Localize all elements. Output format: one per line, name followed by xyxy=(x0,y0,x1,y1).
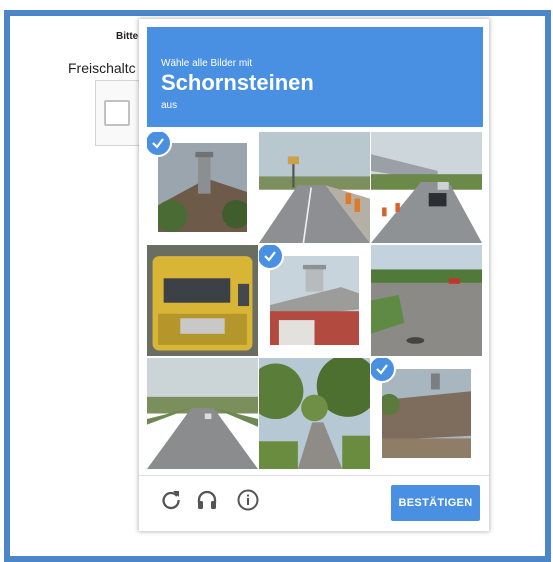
captcha-header: Wähle alle Bilder mit Schornsteinen aus xyxy=(147,27,483,127)
road-signs-image xyxy=(259,132,370,243)
background-heading: Bitte xyxy=(116,31,139,42)
reload-icon[interactable] xyxy=(159,488,183,512)
tile-4[interactable] xyxy=(147,245,258,356)
recaptcha-checkbox[interactable] xyxy=(104,100,130,126)
background-label: Freischaltc xyxy=(68,60,136,76)
highway-image xyxy=(147,358,258,469)
tile-6[interactable] xyxy=(371,245,482,356)
tile-5[interactable] xyxy=(259,245,370,356)
headphones-icon[interactable] xyxy=(195,488,219,512)
footer-divider xyxy=(139,475,489,476)
tile-1[interactable] xyxy=(147,132,258,243)
chimney-roof-image xyxy=(158,143,247,232)
instruction-prefix: Wähle alle Bilder mit xyxy=(161,58,253,69)
road-intersection-image xyxy=(371,245,482,356)
tile-8[interactable] xyxy=(259,358,370,469)
instruction-target: Schornsteinen xyxy=(161,70,314,95)
captcha-dialog: Wähle alle Bilder mit Schornsteinen aus xyxy=(139,19,489,531)
tile-9[interactable] xyxy=(371,358,482,469)
yellow-truck-image xyxy=(147,245,258,356)
instruction-suffix: aus xyxy=(161,100,178,111)
roof-chimney-image xyxy=(382,369,471,458)
building-chimney-image xyxy=(270,256,359,345)
tile-7[interactable] xyxy=(147,358,258,469)
tile-3[interactable] xyxy=(371,132,482,243)
verify-button[interactable]: BESTÄTIGEN xyxy=(391,485,480,521)
tree-street-image xyxy=(259,358,370,469)
overpass-street-image xyxy=(371,132,482,243)
info-icon[interactable] xyxy=(236,488,260,512)
tile-2[interactable] xyxy=(259,132,370,243)
